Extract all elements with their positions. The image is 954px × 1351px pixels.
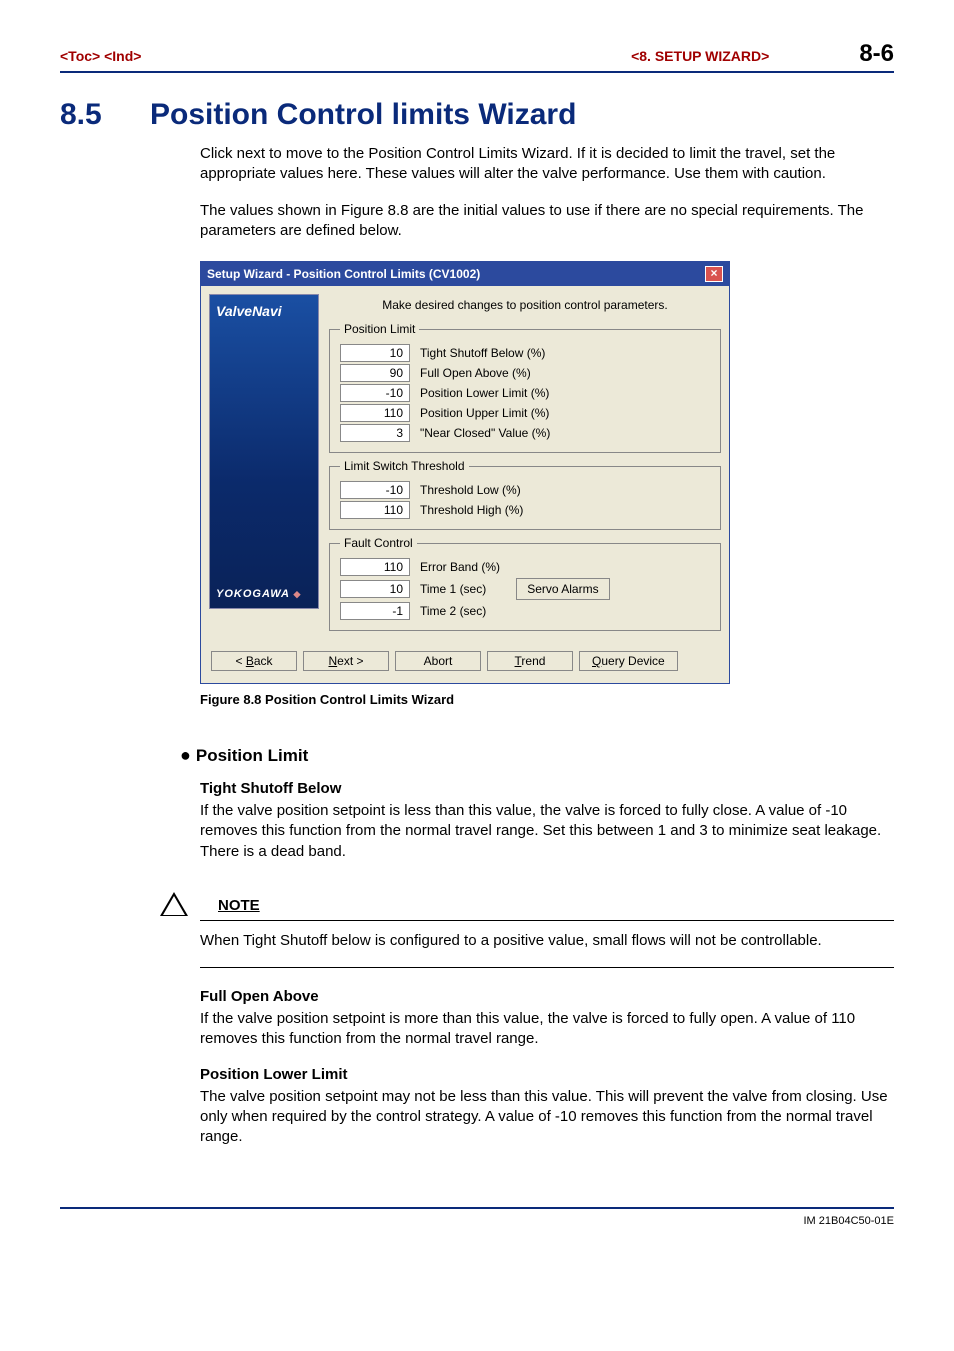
error-band-label: Error Band (%) (420, 560, 500, 574)
lower-limit-text: The valve position setpoint may not be l… (200, 1087, 894, 1148)
brand-yokogawa: YOKOGAWA (216, 588, 312, 600)
tight-shutoff-input[interactable] (340, 344, 410, 362)
note-text: When Tight Shutoff below is configured t… (200, 931, 894, 951)
position-lower-input[interactable] (340, 384, 410, 402)
full-open-heading: Full Open Above (200, 988, 894, 1005)
tight-shutoff-heading: Tight Shutoff Below (200, 780, 894, 797)
trend-button[interactable]: Trend (487, 651, 573, 671)
note-rule-bottom (200, 967, 894, 968)
next-button[interactable]: Next > (303, 651, 389, 671)
brand-valvenavi: ValveNavi (216, 303, 312, 319)
header-toc-ind[interactable]: <Toc> <Ind> (60, 48, 141, 64)
back-button[interactable]: < Back (211, 651, 297, 671)
intro-paragraph-2: The values shown in Figure 8.8 are the i… (200, 201, 894, 242)
footer-docid: IM 21B04C50-01E (60, 1207, 894, 1227)
setup-wizard-dialog: Setup Wizard - Position Control Limits (… (200, 261, 730, 684)
dialog-sidebar-graphic: ValveNavi YOKOGAWA (209, 294, 319, 609)
note-label: NOTE (218, 897, 260, 914)
tight-shutoff-label: Tight Shutoff Below (%) (420, 346, 545, 360)
fault-control-group: Fault Control Error Band (%) Time 1 (sec… (329, 536, 721, 631)
dialog-instruction: Make desired changes to position control… (329, 298, 721, 312)
servo-alarms-button[interactable]: Servo Alarms (516, 578, 609, 600)
section-number: 8.5 (60, 98, 150, 132)
lower-limit-heading: Position Lower Limit (200, 1066, 894, 1083)
note-rule-top (200, 920, 894, 921)
full-open-text: If the valve position setpoint is more t… (200, 1009, 894, 1050)
near-closed-label: "Near Closed" Value (%) (420, 426, 550, 440)
position-upper-label: Position Upper Limit (%) (420, 406, 549, 420)
page-number: 8-6 (859, 40, 894, 68)
time1-input[interactable] (340, 580, 410, 598)
near-closed-input[interactable] (340, 424, 410, 442)
time2-label: Time 2 (sec) (420, 604, 486, 618)
limit-switch-group: Limit Switch Threshold Threshold Low (%)… (329, 459, 721, 530)
section-title: 8.5Position Control limits Wizard (60, 98, 894, 132)
time2-input[interactable] (340, 602, 410, 620)
dialog-titlebar: Setup Wizard - Position Control Limits (… (201, 262, 729, 286)
position-limit-group: Position Limit Tight Shutoff Below (%) F… (329, 322, 721, 453)
section-heading-text: Position Control limits Wizard (150, 98, 576, 131)
figure-caption: Figure 8.8 Position Control Limits Wizar… (200, 692, 894, 707)
time1-label: Time 1 (sec) (420, 582, 486, 596)
position-limit-legend: Position Limit (340, 322, 419, 336)
page-header: <Toc> <Ind> <8. SETUP WIZARD> 8-6 (60, 40, 894, 73)
threshold-low-input[interactable] (340, 481, 410, 499)
intro-paragraph-1: Click next to move to the Position Contr… (200, 144, 894, 185)
full-open-label: Full Open Above (%) (420, 366, 531, 380)
position-limit-heading: Position Limit (180, 745, 894, 766)
threshold-high-input[interactable] (340, 501, 410, 519)
close-icon[interactable]: × (705, 266, 723, 282)
fault-control-legend: Fault Control (340, 536, 417, 550)
threshold-high-label: Threshold High (%) (420, 503, 523, 517)
header-section: <8. SETUP WIZARD> (631, 48, 769, 64)
threshold-low-label: Threshold Low (%) (420, 483, 521, 497)
full-open-input[interactable] (340, 364, 410, 382)
query-device-button[interactable]: Query Device (579, 651, 678, 671)
note-icon (160, 892, 188, 920)
error-band-input[interactable] (340, 558, 410, 576)
dialog-title: Setup Wizard - Position Control Limits (… (207, 267, 480, 281)
tight-shutoff-text: If the valve position setpoint is less t… (200, 801, 894, 862)
position-lower-label: Position Lower Limit (%) (420, 386, 549, 400)
limit-switch-legend: Limit Switch Threshold (340, 459, 469, 473)
position-upper-input[interactable] (340, 404, 410, 422)
abort-button[interactable]: Abort (395, 651, 481, 671)
